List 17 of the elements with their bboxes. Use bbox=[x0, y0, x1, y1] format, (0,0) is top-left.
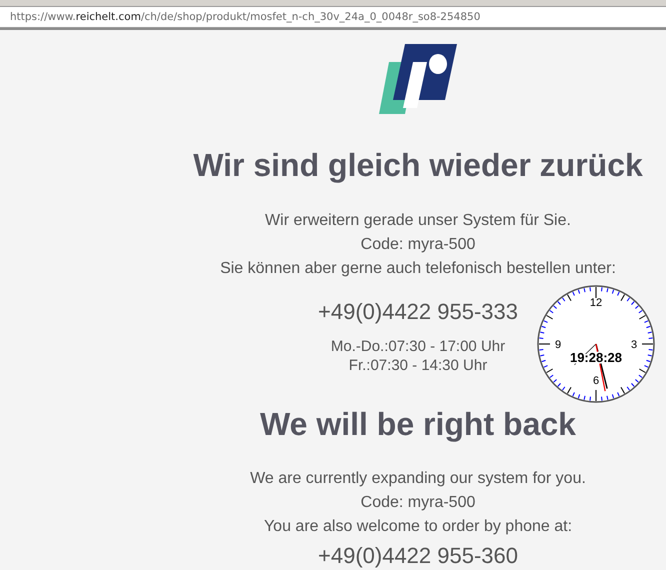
clock-numeral: 9 bbox=[554, 339, 562, 351]
message-text: Code: myra-500 bbox=[360, 493, 476, 513]
phone-number: +49(0)4422 955-360 bbox=[318, 543, 518, 569]
message-text: We are currently expanding our system for you. bbox=[250, 469, 586, 489]
clock-numeral: 12 bbox=[590, 297, 602, 309]
address-bar[interactable]: https://www.reichelt.com/ch/de/shop/produkt/mosfet_n-ch_30v_24a_0_0048r_so8-254850 bbox=[0, 6, 666, 28]
opening-hours: Mo.-Do.:07:30 - 17:00 Uhr bbox=[330, 337, 506, 356]
heading: Wir sind gleich wieder zurück bbox=[193, 146, 643, 185]
message-text: Code: myra-500 bbox=[360, 235, 476, 255]
phone-number: +49(0)4422 955-333 bbox=[318, 299, 518, 325]
message-text: Wir erweitern gerade unser System für Sie. bbox=[265, 211, 571, 231]
opening-hours: Fr.:07:30 - 14:30 Uhr bbox=[348, 356, 488, 375]
message-text: You are also welcome to order by phone at: bbox=[264, 517, 572, 537]
clock-numeral: 3 bbox=[630, 339, 638, 351]
message-text: Sie können aber gerne auch telefonisch bestellen unter: bbox=[220, 259, 616, 279]
heading: We will be right back bbox=[260, 405, 576, 444]
clock-numeral: 6 bbox=[592, 375, 600, 387]
